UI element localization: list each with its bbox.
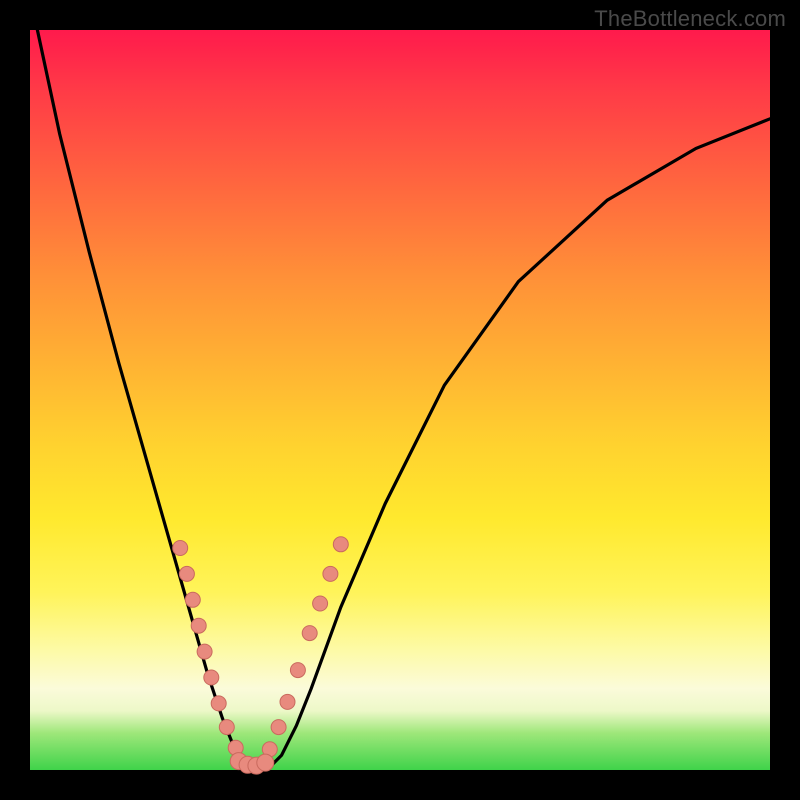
data-marker: [323, 566, 338, 581]
chart-svg: [30, 30, 770, 770]
markers-bottom: [230, 753, 274, 775]
data-marker: [302, 626, 317, 641]
data-marker: [179, 566, 194, 581]
data-marker: [204, 670, 219, 685]
data-marker: [257, 754, 274, 771]
data-marker: [280, 694, 295, 709]
bottleneck-curve: [37, 30, 770, 770]
outer-frame: TheBottleneck.com: [0, 0, 800, 800]
markers-left: [173, 541, 244, 756]
data-marker: [290, 663, 305, 678]
markers-right: [262, 537, 348, 757]
data-marker: [185, 592, 200, 607]
data-marker: [197, 644, 212, 659]
data-marker: [219, 720, 234, 735]
data-marker: [271, 720, 286, 735]
watermark-text: TheBottleneck.com: [594, 6, 786, 32]
data-marker: [313, 596, 328, 611]
plot-area: [30, 30, 770, 770]
data-marker: [211, 696, 226, 711]
data-marker: [173, 541, 188, 556]
data-marker: [333, 537, 348, 552]
data-marker: [191, 618, 206, 633]
